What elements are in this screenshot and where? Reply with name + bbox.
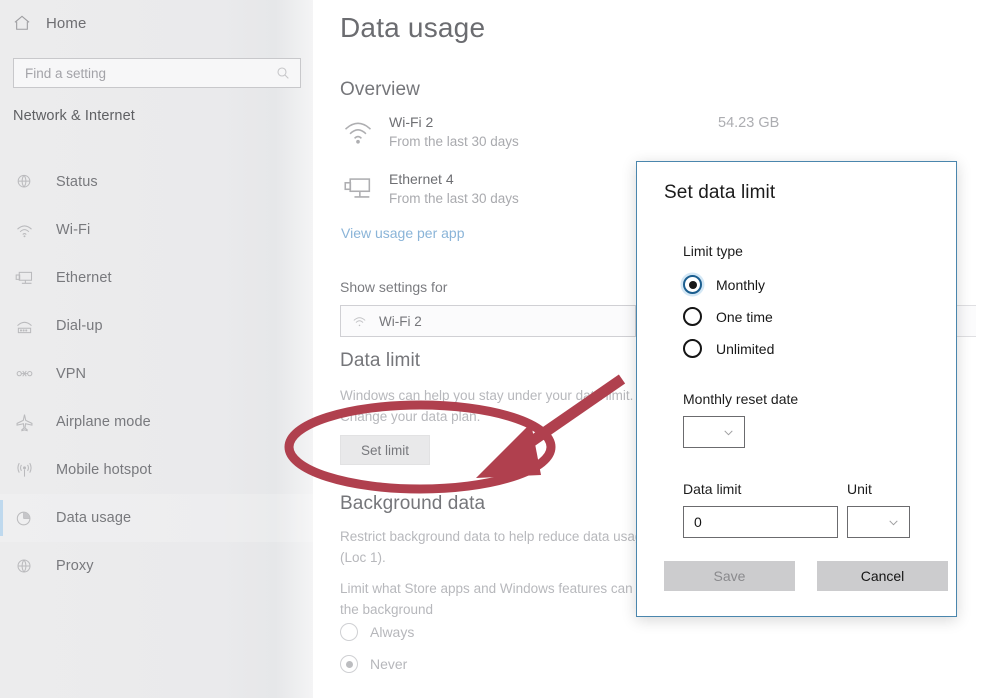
hotspot-icon xyxy=(13,459,35,481)
background-radio-never[interactable]: Never xyxy=(340,655,407,673)
radio-label: Never xyxy=(370,656,408,672)
dialog-title: Set data limit xyxy=(664,182,776,203)
background-data-heading: Background data xyxy=(340,493,486,514)
monthly-reset-date-label: Monthly reset date xyxy=(683,391,799,407)
radio-label: Monthly xyxy=(716,276,766,293)
usage-value: 54.23 GB xyxy=(718,115,780,131)
set-limit-button[interactable]: Set limit xyxy=(340,435,430,465)
wifi-icon xyxy=(341,115,375,149)
chevron-down-icon xyxy=(887,516,900,529)
background-data-description: Restrict background data to help reduce … xyxy=(340,529,650,565)
sidebar-item-wifi[interactable]: Wi-Fi xyxy=(0,206,313,254)
sidebar-item-label: Proxy xyxy=(56,558,94,574)
data-limit-input-value: 0 xyxy=(694,514,702,530)
wifi-icon xyxy=(13,219,35,241)
radio-label: One time xyxy=(716,308,773,325)
sidebar-item-airplane-mode[interactable]: Airplane mode xyxy=(0,398,313,446)
sidebar-item-mobile-hotspot[interactable]: Mobile hotspot xyxy=(0,446,313,494)
sidebar: Home Find a setting Network & Internet S… xyxy=(0,0,313,698)
sidebar-item-status[interactable]: Status xyxy=(0,158,313,206)
airplane-icon xyxy=(13,411,35,433)
sidebar-item-label: Status xyxy=(56,174,98,190)
sidebar-home-button[interactable]: Home xyxy=(12,13,86,33)
globe-proxy-icon xyxy=(13,555,35,577)
data-limit-field-label: Data limit xyxy=(683,481,742,497)
dialup-modem-icon xyxy=(13,315,35,337)
interface-select[interactable]: Wi-Fi 2 xyxy=(340,305,636,337)
limit-type-radio-one-time[interactable]: One time xyxy=(683,307,773,326)
save-button[interactable]: Save xyxy=(664,561,795,591)
sidebar-item-label: Data usage xyxy=(56,510,132,526)
sidebar-item-ethernet[interactable]: Ethernet xyxy=(0,254,313,302)
ethernet-icon xyxy=(13,267,35,289)
sidebar-item-label: VPN xyxy=(56,366,87,382)
radio-indicator xyxy=(683,307,702,326)
limit-type-radio-unlimited[interactable]: Unlimited xyxy=(683,339,774,358)
sidebar-nav-list: Status Wi-Fi Ethernet Dial-up VPN Airpla… xyxy=(0,158,313,590)
search-placeholder: Find a setting xyxy=(25,65,107,81)
data-limit-input[interactable]: 0 xyxy=(683,506,838,538)
limit-type-label: Limit type xyxy=(683,243,743,259)
view-usage-per-app-link[interactable]: View usage per app xyxy=(341,225,465,241)
unit-field-label: Unit xyxy=(847,481,872,497)
globe-status-icon xyxy=(13,171,35,193)
overview-heading: Overview xyxy=(340,79,420,100)
sidebar-category-header: Network & Internet xyxy=(13,108,135,124)
usage-name: Wi-Fi 2 xyxy=(389,114,434,130)
search-icon xyxy=(275,65,291,81)
background-data-question: Limit what Store apps and Windows featur… xyxy=(340,581,666,617)
settings-window: Home Find a setting Network & Internet S… xyxy=(0,0,991,698)
background-radio-always[interactable]: Always xyxy=(340,623,414,641)
radio-indicator xyxy=(340,623,358,641)
pie-chart-icon xyxy=(13,507,35,529)
sidebar-home-label: Home xyxy=(46,14,87,32)
radio-indicator xyxy=(683,339,702,358)
show-settings-for-label: Show settings for xyxy=(340,279,448,295)
cancel-button[interactable]: Cancel xyxy=(817,561,948,591)
wifi-icon xyxy=(351,313,368,330)
usage-subtitle: From the last 30 days xyxy=(389,134,519,149)
radio-label: Unlimited xyxy=(716,340,775,357)
radio-indicator xyxy=(340,655,358,673)
sidebar-item-vpn[interactable]: VPN xyxy=(0,350,313,398)
monthly-reset-date-select[interactable] xyxy=(683,416,745,448)
sidebar-item-label: Ethernet xyxy=(56,270,112,286)
sidebar-item-proxy[interactable]: Proxy xyxy=(0,542,313,590)
usage-subtitle: From the last 30 days xyxy=(389,191,519,206)
ethernet-icon xyxy=(341,172,375,206)
usage-name: Ethernet 4 xyxy=(389,171,454,187)
sidebar-item-data-usage[interactable]: Data usage xyxy=(0,494,313,542)
interface-select-value: Wi-Fi 2 xyxy=(379,313,422,329)
home-icon xyxy=(12,13,32,33)
sidebar-item-dialup[interactable]: Dial-up xyxy=(0,302,313,350)
data-limit-heading: Data limit xyxy=(340,350,421,371)
sidebar-item-label: Dial-up xyxy=(56,318,103,334)
sidebar-item-label: Wi-Fi xyxy=(56,222,91,238)
sidebar-item-label: Mobile hotspot xyxy=(56,462,152,478)
usage-row-ethernet: Ethernet 4 From the last 30 days xyxy=(341,170,519,208)
chevron-down-icon xyxy=(722,426,735,439)
sidebar-item-label: Airplane mode xyxy=(56,414,151,430)
usage-row-wifi: Wi-Fi 2 From the last 30 days xyxy=(341,113,519,151)
page-title: Data usage xyxy=(340,12,486,43)
limit-type-radio-monthly[interactable]: Monthly xyxy=(683,275,765,294)
unit-select[interactable] xyxy=(847,506,910,538)
radio-label: Always xyxy=(370,624,415,640)
selection-indicator xyxy=(0,500,3,536)
set-data-limit-dialog: Set data limit Limit type Monthly One ti… xyxy=(636,161,957,617)
data-limit-description: Windows can help you stay under your dat… xyxy=(340,388,634,424)
vpn-icon xyxy=(13,363,35,385)
search-input[interactable]: Find a setting xyxy=(13,58,301,88)
radio-indicator xyxy=(683,275,702,294)
